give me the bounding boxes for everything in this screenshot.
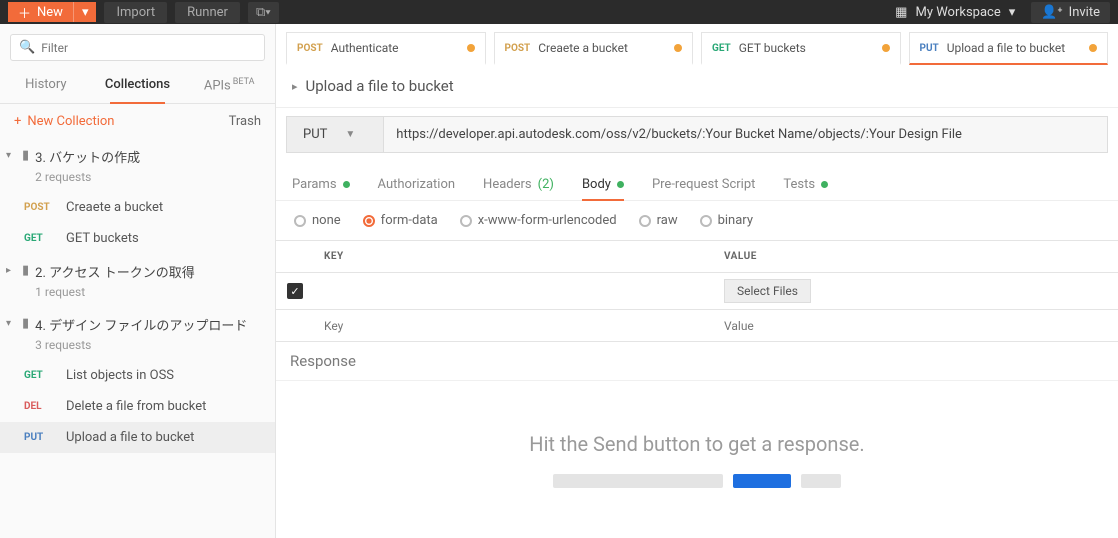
workspace-selector[interactable]: ▦ My Workspace ▾	[887, 2, 1023, 23]
subtab-headers[interactable]: Headers (2)	[483, 169, 554, 200]
radio-form-data[interactable]: form-data	[363, 213, 438, 228]
sidebar-request-item[interactable]: DELDelete a file from bucket	[0, 391, 275, 422]
body-type-radios: none form-data x-www-form-urlencoded raw…	[276, 201, 1118, 240]
request-tabs: POSTAuthenticate POSTCreaete a bucket GE…	[276, 24, 1118, 65]
collection-folder[interactable]: ▸ ▮ 2. アクセス トークンの取得1 request	[0, 254, 275, 307]
folder-icon: ▮	[22, 315, 29, 331]
new-button[interactable]: ＋New ▾	[8, 2, 96, 22]
checkbox-checked-icon[interactable]: ✓	[287, 283, 303, 299]
response-header: Response	[276, 342, 1118, 381]
request-tab[interactable]: POSTCreaete a bucket	[494, 32, 694, 65]
request-tab[interactable]: GETGET buckets	[701, 32, 901, 65]
filter-input-wrap[interactable]: 🔍	[10, 34, 265, 61]
response-placeholder-text: Hit the Send button to get a response.	[529, 432, 864, 456]
select-files-button[interactable]: Select Files	[724, 279, 811, 303]
collections-list: ▾ ▮ 3. バケットの作成2 requests POSTCreaete a b…	[0, 139, 275, 538]
caret-right-icon[interactable]: ▸	[292, 80, 298, 93]
trash-button[interactable]: Trash	[229, 114, 261, 129]
indicator-dot-icon	[821, 181, 828, 188]
plus-icon: +	[14, 114, 21, 129]
breadcrumb: ▸ Upload a file to bucket	[276, 65, 1118, 108]
new-collection-button[interactable]: +New Collection	[14, 114, 114, 129]
unsaved-dot-icon	[674, 44, 682, 52]
col-value-header: VALUE	[714, 245, 1118, 268]
table-row[interactable]	[276, 310, 1118, 342]
folder-icon: ▮	[22, 147, 29, 163]
method-select[interactable]: PUT▼	[286, 116, 384, 153]
kv-key-input[interactable]	[324, 284, 704, 298]
url-bar: PUT▼ https://developer.api.autodesk.com/…	[286, 116, 1108, 153]
topbar: ＋New ▾ Import Runner ⧉▾ ▦ My Workspace ▾…	[0, 0, 1118, 24]
folder-icon: ▮	[22, 262, 29, 278]
radio-icon	[460, 215, 472, 227]
request-subtabs: Params Authorization Headers (2) Body Pr…	[276, 161, 1118, 201]
collection-folder[interactable]: ▾ ▮ 4. デザイン ファイルのアップロード3 requests	[0, 307, 275, 360]
radio-icon	[294, 215, 306, 227]
indicator-dot-icon	[617, 181, 624, 188]
kv-key-input[interactable]	[324, 319, 704, 333]
invite-button[interactable]: 👤⁺ Invite	[1031, 2, 1110, 23]
caret-down-icon: ▾	[1009, 5, 1016, 20]
body-kv-table: KEY VALUE ✓ Select Files	[276, 240, 1118, 342]
unsaved-dot-icon	[467, 44, 475, 52]
person-plus-icon: 👤⁺	[1041, 5, 1062, 20]
page-title: Upload a file to bucket	[306, 77, 454, 95]
unsaved-dot-icon	[1089, 44, 1097, 52]
runner-button[interactable]: Runner	[175, 2, 240, 23]
subtab-body[interactable]: Body	[582, 169, 624, 200]
response-placeholder-graphic	[553, 474, 841, 488]
filter-input[interactable]	[41, 41, 256, 55]
tab-collections[interactable]: Collections	[92, 67, 184, 103]
sidebar-request-item[interactable]: POSTCreaete a bucket	[0, 192, 275, 223]
caret-down-icon: ▾	[82, 5, 89, 20]
sidebar-request-item[interactable]: GETList objects in OSS	[0, 360, 275, 391]
sidebar-request-item[interactable]: GETGET buckets	[0, 223, 275, 254]
tab-apis[interactable]: APIsBETA	[183, 67, 275, 103]
caret-right-icon: ▸	[6, 262, 16, 276]
subtab-tests[interactable]: Tests	[783, 169, 828, 200]
subtab-prerequest[interactable]: Pre-request Script	[652, 169, 755, 200]
radio-none[interactable]: none	[294, 213, 341, 228]
col-key-header: KEY	[314, 245, 714, 268]
unsaved-dot-icon	[882, 44, 890, 52]
table-header-row: KEY VALUE	[276, 241, 1118, 273]
kv-value-input[interactable]	[724, 319, 1108, 333]
table-row[interactable]: ✓ Select Files	[276, 273, 1118, 310]
content-area: POSTAuthenticate POSTCreaete a bucket GE…	[276, 24, 1118, 538]
radio-xwww[interactable]: x-www-form-urlencoded	[460, 213, 617, 228]
radio-icon	[700, 215, 712, 227]
url-input[interactable]: https://developer.api.autodesk.com/oss/v…	[384, 116, 1108, 153]
request-tab[interactable]: PUTUpload a file to bucket	[909, 32, 1109, 65]
sidebar-request-item[interactable]: PUTUpload a file to bucket	[0, 422, 275, 453]
grid-icon: ▦	[895, 5, 907, 20]
subtab-authorization[interactable]: Authorization	[378, 169, 456, 200]
sidebar: 🔍 History Collections APIsBETA +New Coll…	[0, 24, 276, 538]
tab-history[interactable]: History	[0, 67, 92, 103]
radio-icon	[639, 215, 651, 227]
request-tab[interactable]: POSTAuthenticate	[286, 32, 486, 65]
response-body: Hit the Send button to get a response.	[276, 381, 1118, 538]
placeholder-bar-icon	[801, 474, 841, 488]
caret-down-icon: ▼	[345, 129, 355, 140]
new-window-button[interactable]: ⧉▾	[248, 2, 279, 23]
import-button[interactable]: Import	[104, 2, 167, 23]
radio-raw[interactable]: raw	[639, 213, 678, 228]
send-button-graphic-icon	[733, 474, 791, 488]
search-icon: 🔍	[19, 40, 35, 55]
indicator-dot-icon	[343, 181, 350, 188]
caret-down-icon: ▾	[6, 147, 16, 161]
caret-down-icon: ▾	[6, 315, 16, 329]
plus-icon: ＋	[18, 3, 31, 22]
new-dropdown[interactable]: ▾	[73, 2, 97, 22]
placeholder-bar-icon	[553, 474, 723, 488]
collection-folder[interactable]: ▾ ▮ 3. バケットの作成2 requests	[0, 139, 275, 192]
radio-binary[interactable]: binary	[700, 213, 753, 228]
subtab-params[interactable]: Params	[292, 169, 350, 200]
radio-icon	[363, 215, 375, 227]
